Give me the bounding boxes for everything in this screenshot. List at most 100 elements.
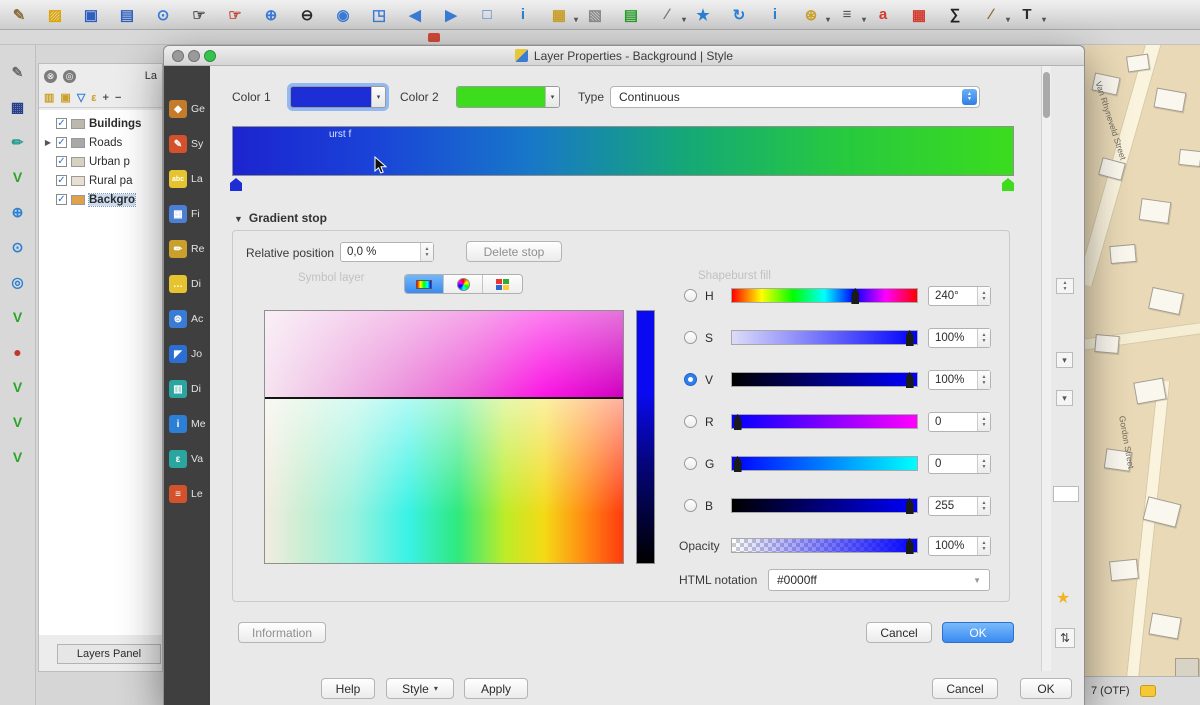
panels-icon[interactable]: ≡ [836,4,858,26]
filter-expression-icon[interactable]: ε [91,92,96,104]
color1-dropdown-icon[interactable] [371,87,385,107]
spinbox-steppers-icon[interactable] [977,287,990,305]
v-slider[interactable] [731,372,918,387]
dialog-ok-button[interactable]: OK [1020,678,1072,699]
tab-legend[interactable]: ≡Le [164,479,210,509]
expand-tree-icon[interactable]: + [103,92,109,104]
message-log-icon[interactable] [1140,685,1156,697]
layer-item-background[interactable]: Backgro [39,190,162,209]
delete-stop-button[interactable]: Delete stop [466,241,562,262]
b-radio[interactable] [684,499,697,512]
information-button[interactable]: Information [238,622,326,643]
layers-panel-tab[interactable]: Layers Panel [57,644,161,664]
v-slider-handle[interactable] [906,372,914,388]
tab-fields[interactable]: ▦Fi [164,199,210,229]
tab-color-swatches[interactable] [483,275,522,293]
h-slider-handle[interactable] [851,288,859,304]
g-slider-handle[interactable] [734,456,742,472]
spinbox-steppers-icon[interactable] [977,455,990,473]
zoom-out-icon[interactable]: ⊖ [296,4,318,26]
vector-tool-icon[interactable]: V [7,166,29,188]
r-slider[interactable] [731,414,918,429]
zoom-last-icon[interactable]: ◀ [404,4,426,26]
tab-diagrams[interactable]: ▥Di [164,374,210,404]
zoom-next-icon[interactable]: ▶ [440,4,462,26]
rail-field-box[interactable] [1053,486,1079,502]
spinbox-steppers-icon[interactable] [977,371,990,389]
tab-joins[interactable]: ◤Jo [164,339,210,369]
zoom-window-button[interactable] [204,50,216,62]
vertical-scrollbar[interactable] [1041,66,1051,671]
select-features-icon[interactable]: ▦ [548,4,570,26]
gradient-stop-start-marker[interactable] [230,178,242,191]
help-button[interactable]: Help [321,678,375,699]
settings-gear-icon[interactable]: ⊛ [800,4,822,26]
g-spinbox[interactable]: 0 [928,454,991,474]
gradient-stop-end-marker[interactable] [1002,178,1014,191]
vector-merge-icon[interactable]: V [7,411,29,433]
tab-variables[interactable]: εVa [164,444,210,474]
opacity-spinbox[interactable]: 100% [928,536,991,556]
s-spinbox[interactable]: 100% [928,328,991,348]
rail-chevron-icon[interactable]: ▾ [1056,390,1073,406]
spinbox-steppers-icon[interactable] [977,413,990,431]
identify-icon[interactable]: i [512,4,534,26]
html-notation-combo[interactable]: #0000ff ▼ [768,569,990,591]
b-slider[interactable] [731,498,918,513]
label-toolbar-icon[interactable] [428,33,440,42]
labeling-icon[interactable]: a [872,4,894,26]
minimize-window-button[interactable] [188,50,200,62]
combo-stepper-icon[interactable] [962,89,977,105]
color2-swatch-button[interactable] [456,86,560,108]
tab-labels[interactable]: abcLa [164,164,210,194]
favorites-star-icon[interactable]: ★ [1056,588,1070,608]
g-radio[interactable] [684,457,697,470]
gradient-stop-disclosure[interactable]: Gradient stop [234,211,327,225]
layer-checkbox[interactable] [56,118,67,129]
layer-item-rural[interactable]: Rural pa [39,171,162,190]
b-slider-handle[interactable] [906,498,914,514]
apply-button[interactable]: Apply [464,678,528,699]
dialog-cancel-button[interactable]: Cancel [932,678,998,699]
color-picker-plane[interactable] [264,310,624,564]
tab-color-ramp[interactable] [405,275,444,293]
filter-legend-icon[interactable]: ▽ [77,91,85,104]
zoom-in-icon[interactable]: ⊕ [260,4,282,26]
measure-ruler-icon[interactable]: ∕ [980,4,1002,26]
tab-color-wheel[interactable] [444,275,483,293]
topology-icon[interactable]: ● [7,341,29,363]
refresh-icon[interactable]: ↻ [728,4,750,26]
h-slider[interactable] [731,288,918,303]
layer-checkbox[interactable] [56,137,67,148]
spinbox-steppers-icon[interactable] [420,243,433,261]
tab-metadata[interactable]: iMe [164,409,210,439]
editor-ok-button[interactable]: OK [942,622,1014,643]
layer-item-urban[interactable]: Urban p [39,152,162,171]
detach-panel-button[interactable]: ◎ [63,70,76,83]
text-annotation-icon[interactable]: T [1016,4,1038,26]
dialog-titlebar[interactable]: Layer Properties - Background | Style [164,46,1084,66]
r-radio[interactable] [684,415,697,428]
vector-node-icon[interactable]: V [7,446,29,468]
tab-rendering[interactable]: ✏Re [164,234,210,264]
deselect-icon[interactable]: ▧ [584,4,606,26]
bookmark-icon[interactable]: ★ [692,4,714,26]
layer-checkbox[interactable] [56,156,67,167]
combo-arrow-icon[interactable]: ▼ [973,576,981,585]
s-slider[interactable] [731,330,918,345]
spinbox-steppers-icon[interactable] [977,497,990,515]
spinbox-steppers-icon[interactable] [977,537,990,555]
opacity-slider[interactable] [731,538,918,553]
style-menu-button[interactable]: Style [386,678,454,699]
color2-dropdown-icon[interactable] [545,87,559,107]
color1-swatch-button[interactable] [290,86,386,108]
zoom-layer-icon[interactable]: □ [476,4,498,26]
tab-actions[interactable]: ⊛Ac [164,304,210,334]
close-panel-button[interactable]: ⊗ [44,70,57,83]
h-radio[interactable] [684,289,697,302]
r-slider-handle[interactable] [734,414,742,430]
pan-selection-icon[interactable]: ☞ [224,4,246,26]
layer-checkbox[interactable] [56,175,67,186]
g-slider[interactable] [731,456,918,471]
add-group-icon[interactable]: ▣ [60,91,70,104]
